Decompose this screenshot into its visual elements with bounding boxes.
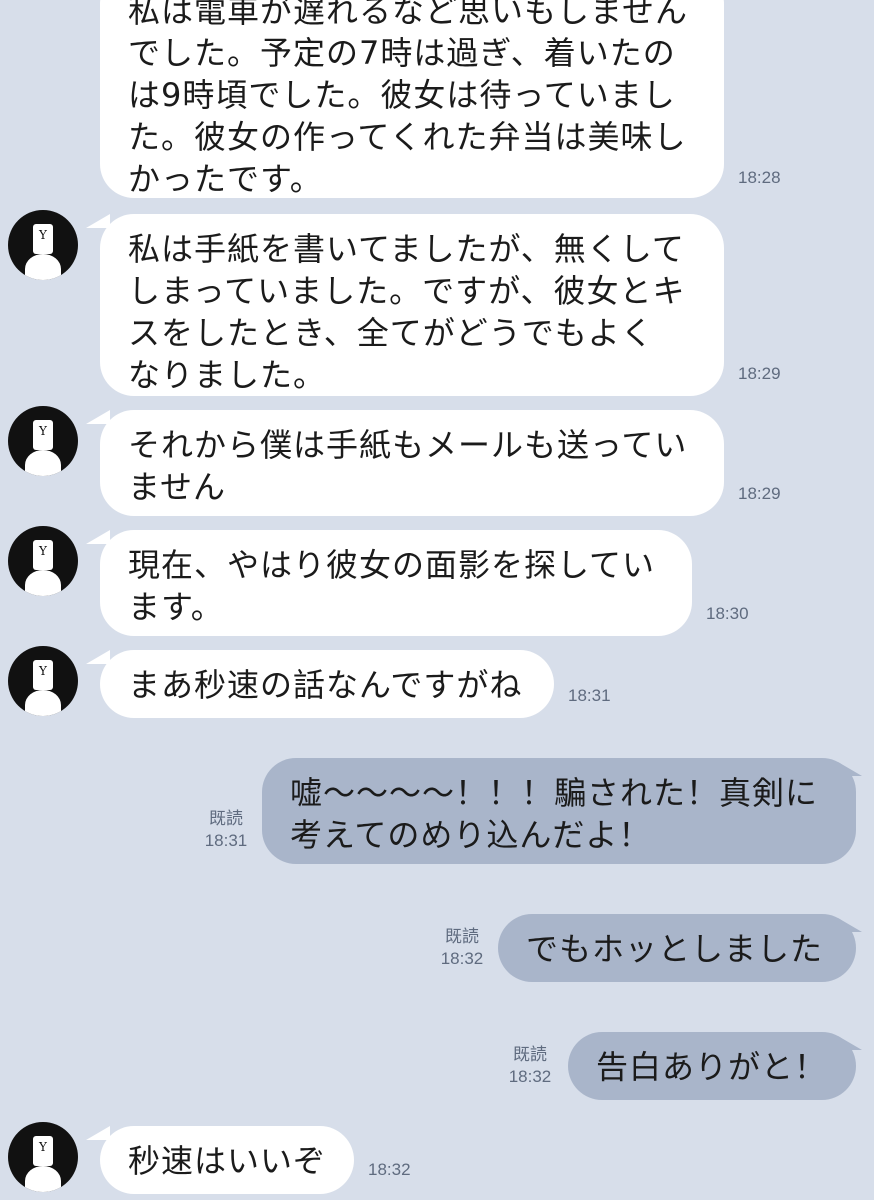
avatar[interactable]: Y xyxy=(8,646,78,716)
message-bubble[interactable]: 現在、やはり彼女の面影を探してい ます。 xyxy=(100,530,692,636)
message-bubble[interactable]: まあ秒速の話なんですがね xyxy=(100,650,554,718)
message-bubble[interactable]: でもホッとしました xyxy=(498,914,856,982)
message-time: 18:31 xyxy=(204,831,248,850)
message-bubble[interactable]: 告白ありがと！ xyxy=(568,1032,856,1100)
read-receipt: 既読 18:31 xyxy=(196,808,256,852)
message-bubble[interactable]: 嘘〜〜〜〜！！！騙された！真剣に 考えてのめり込んだよ！ xyxy=(262,758,856,864)
message-bubble[interactable]: 私は電車が遅れるなど思いもしません でした。予定の7時は過ぎ、着いたの は9時頃… xyxy=(100,0,724,198)
avatar[interactable]: Y xyxy=(8,526,78,596)
avatar-letter: Y xyxy=(39,424,47,438)
message-time: 18:28 xyxy=(738,168,781,187)
message-bubble[interactable]: それから僕は手紙もメールも送ってい ません xyxy=(100,410,724,516)
avatar-letter: Y xyxy=(39,664,47,678)
avatar-letter: Y xyxy=(39,228,47,242)
message-time: 18:29 xyxy=(738,484,781,503)
message-time: 18:32 xyxy=(368,1160,411,1179)
read-label: 既読 xyxy=(445,927,479,946)
read-label: 既読 xyxy=(209,809,243,828)
read-label: 既読 xyxy=(513,1045,547,1064)
avatar-letter: Y xyxy=(39,1140,47,1154)
avatar[interactable]: Y xyxy=(8,210,78,280)
message-time: 18:31 xyxy=(568,686,611,705)
read-receipt: 既読 18:32 xyxy=(432,926,492,970)
read-receipt: 既読 18:32 xyxy=(500,1044,560,1088)
avatar[interactable]: Y xyxy=(8,1122,78,1192)
avatar[interactable]: Y xyxy=(8,406,78,476)
message-time: 18:32 xyxy=(508,1067,552,1086)
message-time: 18:29 xyxy=(738,364,781,383)
avatar-letter: Y xyxy=(39,544,47,558)
message-time: 18:32 xyxy=(440,949,484,968)
message-time: 18:30 xyxy=(706,604,749,623)
message-bubble[interactable]: 私は手紙を書いてましたが、無くして しまっていました。ですが、彼女とキ スをした… xyxy=(100,214,724,396)
message-bubble[interactable]: 秒速はいいぞ xyxy=(100,1126,354,1194)
